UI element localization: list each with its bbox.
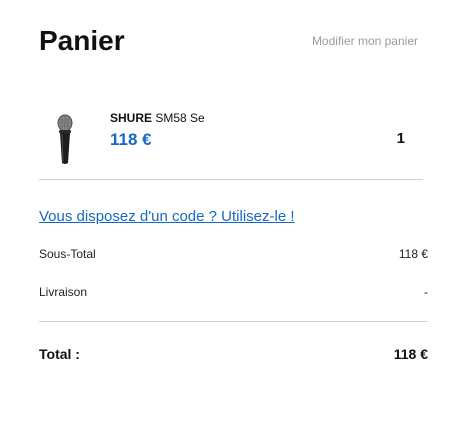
divider [39, 321, 428, 322]
shipping-row: Livraison - [39, 284, 428, 300]
shipping-label: Livraison [39, 285, 88, 299]
subtotal-label: Sous-Total [39, 247, 96, 261]
total-label: Total : [39, 346, 80, 362]
total-row: Total : 118 € [39, 344, 428, 364]
promo-code-link[interactable]: Vous disposez d'un code ? Utilisez-le ! [39, 207, 295, 227]
edit-cart-link[interactable]: Modifier mon panier [312, 33, 418, 49]
item-quantity: 1 [396, 130, 405, 147]
cart-item: SHURE SM58 Se 118 € 1 [39, 108, 423, 170]
divider [39, 179, 423, 180]
item-name[interactable]: SHURE SM58 Se [110, 111, 205, 126]
page-title: Panier [39, 25, 125, 56]
subtotal-row: Sous-Total 118 € [39, 246, 428, 262]
shipping-value: - [424, 285, 428, 299]
subtotal-value: 118 € [398, 247, 428, 261]
microphone-icon[interactable] [52, 114, 78, 166]
total-value: 118 € [393, 346, 428, 362]
item-model: SM58 Se [155, 111, 205, 125]
item-brand: SHURE [110, 111, 153, 125]
item-price: 118 € [110, 130, 152, 149]
